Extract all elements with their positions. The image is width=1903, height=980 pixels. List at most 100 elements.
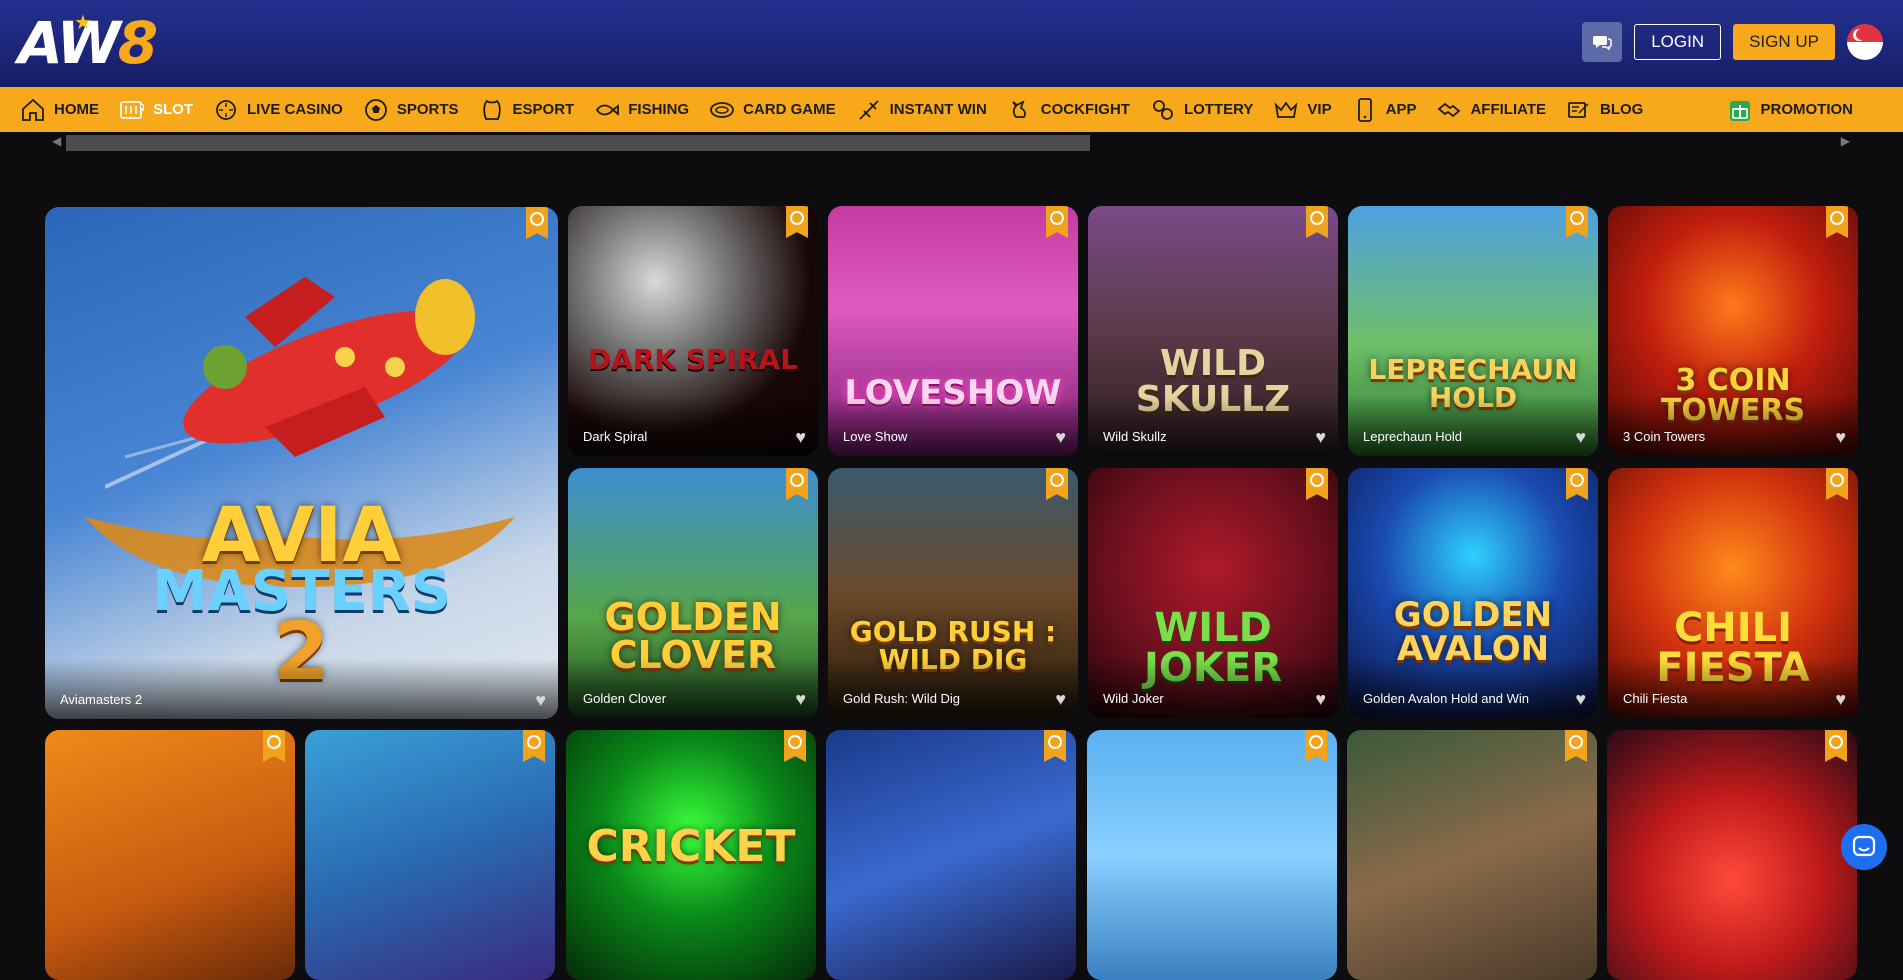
esport-icon bbox=[479, 97, 505, 123]
game-card[interactable]: GOLDEN CLOVER Golden Clover ♥ bbox=[568, 468, 818, 718]
game-card[interactable]: CHILI FIESTA Chili Fiesta ♥ bbox=[1608, 468, 1858, 718]
nav-item-promotion[interactable]: PROMOTION bbox=[1717, 87, 1864, 132]
nav-item-home[interactable]: HOME bbox=[0, 87, 109, 132]
plane-art bbox=[105, 257, 525, 497]
game-card[interactable]: WILD SKULLZ Wild Skullz ♥ bbox=[1088, 206, 1338, 456]
game-card[interactable] bbox=[826, 730, 1076, 980]
logo-star-icon: ★ bbox=[74, 10, 92, 35]
game-name: Aviamasters 2 bbox=[60, 692, 142, 707]
game-art-title: CRICKET bbox=[566, 825, 816, 869]
favorite-heart-icon[interactable]: ♥ bbox=[535, 691, 546, 709]
game-card[interactable]: GOLDEN AVALON Golden Avalon Hold and Win… bbox=[1348, 468, 1598, 718]
game-card[interactable] bbox=[1087, 730, 1337, 980]
nav-item-lottery[interactable]: LOTTERY bbox=[1140, 87, 1263, 132]
nav-item-blog[interactable]: BLOG bbox=[1556, 87, 1653, 132]
game-card[interactable]: GOLD RUSH : WILD DIG Gold Rush: Wild Dig… bbox=[828, 468, 1078, 718]
nav-item-app[interactable]: APP bbox=[1342, 87, 1427, 132]
nav-label: FISHING bbox=[628, 101, 689, 118]
login-button[interactable]: LOGIN bbox=[1634, 24, 1721, 60]
app-icon bbox=[1352, 97, 1378, 123]
nav-label: SLOT bbox=[153, 101, 193, 118]
favorite-heart-icon[interactable]: ♥ bbox=[795, 428, 806, 446]
game-card[interactable]: CRICKET bbox=[566, 730, 816, 980]
support-chat-button[interactable] bbox=[1841, 824, 1887, 870]
favorite-heart-icon[interactable]: ♥ bbox=[1835, 690, 1846, 708]
game-card[interactable]: DARK SPIRAL Dark Spiral ♥ bbox=[568, 206, 818, 456]
game-name: Leprechaun Hold bbox=[1363, 429, 1462, 444]
signup-button[interactable]: SIGN UP bbox=[1733, 24, 1835, 60]
nav-label: SPORTS bbox=[397, 101, 459, 118]
nav-item-affiliate[interactable]: AFFILIATE bbox=[1426, 87, 1556, 132]
gift-icon bbox=[1727, 97, 1753, 123]
game-card[interactable]: 3 COIN TOWERS 3 Coin Towers ♥ bbox=[1608, 206, 1858, 456]
favorite-heart-icon[interactable]: ♥ bbox=[1055, 690, 1066, 708]
game-name: Chili Fiesta bbox=[1623, 691, 1687, 706]
game-name: Golden Avalon Hold and Win bbox=[1363, 691, 1529, 706]
game-name: Wild Joker bbox=[1103, 691, 1164, 706]
nav-item-vip[interactable]: VIP bbox=[1263, 87, 1341, 132]
nav-item-cockfight[interactable]: COCKFIGHT bbox=[997, 87, 1140, 132]
game-card[interactable]: LOVESHOW Love Show ♥ bbox=[828, 206, 1078, 456]
nav-label: VIP bbox=[1307, 101, 1331, 118]
favorite-heart-icon[interactable]: ♥ bbox=[795, 690, 806, 708]
fishing-icon bbox=[594, 97, 620, 123]
scroll-right-icon[interactable]: ▶ bbox=[1841, 134, 1850, 148]
nav-label: COCKFIGHT bbox=[1041, 101, 1130, 118]
cockfight-icon bbox=[1007, 97, 1033, 123]
nav-item-fishing[interactable]: FISHING bbox=[584, 87, 699, 132]
game-card[interactable] bbox=[1347, 730, 1597, 980]
chat-icon bbox=[1592, 32, 1612, 52]
nav-item-live-casino[interactable]: LIVE CASINO bbox=[203, 87, 353, 132]
main-nav: HOME SLOT LIVE CASINO SPORTS ESPORT FISH… bbox=[0, 87, 1903, 132]
nav-label: BLOG bbox=[1600, 101, 1643, 118]
instant-win-icon bbox=[856, 97, 882, 123]
favorite-heart-icon[interactable]: ♥ bbox=[1575, 428, 1586, 446]
game-card[interactable] bbox=[1607, 730, 1857, 980]
nav-label: ESPORT bbox=[513, 101, 575, 118]
nav-item-slot[interactable]: SLOT bbox=[109, 87, 203, 132]
game-card[interactable]: WILD JOKER Wild Joker ♥ bbox=[1088, 468, 1338, 718]
nav-item-sports[interactable]: SPORTS bbox=[353, 87, 469, 132]
live-chat-button[interactable] bbox=[1582, 22, 1622, 62]
game-name: Gold Rush: Wild Dig bbox=[843, 691, 960, 706]
blog-icon bbox=[1566, 97, 1592, 123]
game-card[interactable] bbox=[305, 730, 555, 980]
favorite-heart-icon[interactable]: ♥ bbox=[1315, 690, 1326, 708]
site-header: ★ AW8 LOGIN SIGN UP bbox=[0, 0, 1903, 87]
lottery-icon bbox=[1150, 97, 1176, 123]
nav-label: AFFILIATE bbox=[1470, 101, 1546, 118]
scroll-thumb[interactable] bbox=[66, 135, 1090, 151]
game-name: Golden Clover bbox=[583, 691, 666, 706]
game-name: Love Show bbox=[843, 429, 907, 444]
game-card[interactable] bbox=[45, 730, 295, 980]
site-logo[interactable]: ★ AW8 bbox=[18, 10, 155, 76]
nav-label: INSTANT WIN bbox=[890, 101, 987, 118]
affiliate-icon bbox=[1436, 97, 1462, 123]
nav-label: PROMOTION bbox=[1761, 101, 1854, 118]
card-game-icon bbox=[709, 97, 735, 123]
scroll-left-icon[interactable]: ◀ bbox=[52, 134, 61, 148]
nav-label: APP bbox=[1386, 101, 1417, 118]
game-name: 3 Coin Towers bbox=[1623, 429, 1705, 444]
nav-item-esport[interactable]: ESPORT bbox=[469, 87, 585, 132]
favorite-heart-icon[interactable]: ♥ bbox=[1315, 428, 1326, 446]
game-name: Dark Spiral bbox=[583, 429, 647, 444]
nav-label: LIVE CASINO bbox=[247, 101, 343, 118]
nav-item-instant-win[interactable]: INSTANT WIN bbox=[846, 87, 997, 132]
live-casino-icon bbox=[213, 97, 239, 123]
game-card[interactable]: LEPRECHAUN HOLD Leprechaun Hold ♥ bbox=[1348, 206, 1598, 456]
favorite-heart-icon[interactable]: ♥ bbox=[1835, 428, 1846, 446]
game-name: Wild Skullz bbox=[1103, 429, 1167, 444]
game-art-title: DARK SPIRAL bbox=[568, 346, 818, 374]
vip-icon bbox=[1273, 97, 1299, 123]
provider-scrollbar[interactable]: ◀ ▶ bbox=[48, 134, 1854, 150]
nav-label: CARD GAME bbox=[743, 101, 836, 118]
game-card-featured[interactable]: AVIA MASTERS 2 Aviamasters 2 ♥ bbox=[45, 207, 558, 719]
chat-bubble-icon bbox=[1851, 834, 1877, 860]
favorite-heart-icon[interactable]: ♥ bbox=[1055, 428, 1066, 446]
favorite-heart-icon[interactable]: ♥ bbox=[1575, 690, 1586, 708]
sports-icon bbox=[363, 97, 389, 123]
singapore-flag-icon[interactable] bbox=[1847, 24, 1883, 60]
nav-item-card-game[interactable]: CARD GAME bbox=[699, 87, 846, 132]
game-art-title: GOLDEN AVALON bbox=[1348, 598, 1598, 666]
